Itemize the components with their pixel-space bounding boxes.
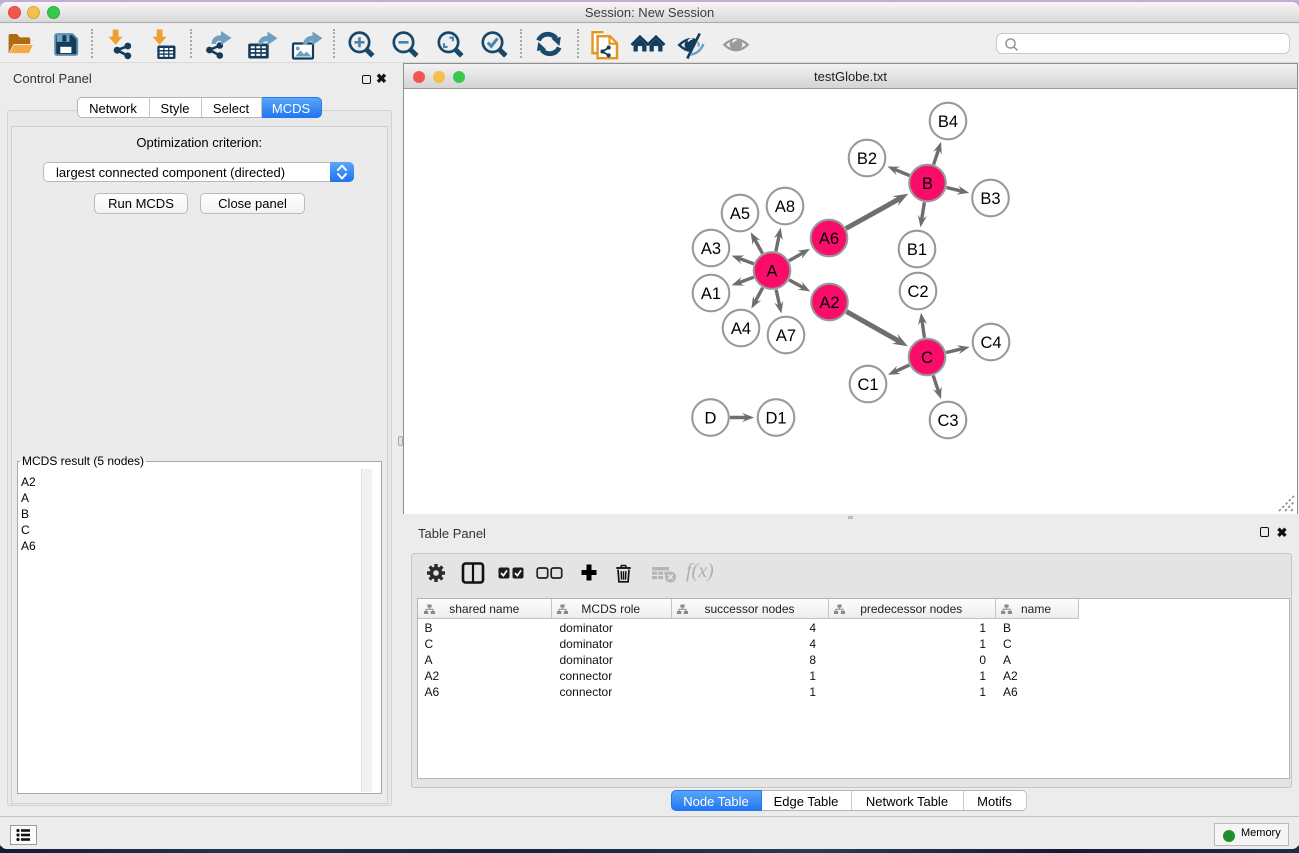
svg-text:A1: A1 (701, 285, 721, 303)
svg-text:D: D (705, 409, 717, 427)
svg-text:A8: A8 (775, 198, 795, 216)
svg-text:D1: D1 (765, 409, 786, 427)
svg-text:B3: B3 (980, 190, 1000, 208)
svg-text:A2: A2 (819, 294, 839, 312)
svg-text:C: C (921, 349, 933, 367)
svg-text:C1: C1 (857, 376, 878, 394)
svg-text:A7: A7 (776, 327, 796, 345)
svg-text:B: B (922, 175, 933, 193)
svg-text:A5: A5 (730, 205, 750, 223)
svg-text:C3: C3 (937, 412, 958, 430)
svg-text:B2: B2 (857, 150, 877, 168)
svg-text:B1: B1 (907, 241, 927, 259)
svg-text:A3: A3 (701, 240, 721, 258)
svg-text:A6: A6 (819, 230, 839, 248)
svg-text:C4: C4 (980, 334, 1001, 352)
svg-text:A4: A4 (731, 320, 751, 338)
svg-text:B4: B4 (938, 113, 958, 131)
svg-text:A: A (766, 262, 777, 280)
svg-text:C2: C2 (907, 283, 928, 301)
